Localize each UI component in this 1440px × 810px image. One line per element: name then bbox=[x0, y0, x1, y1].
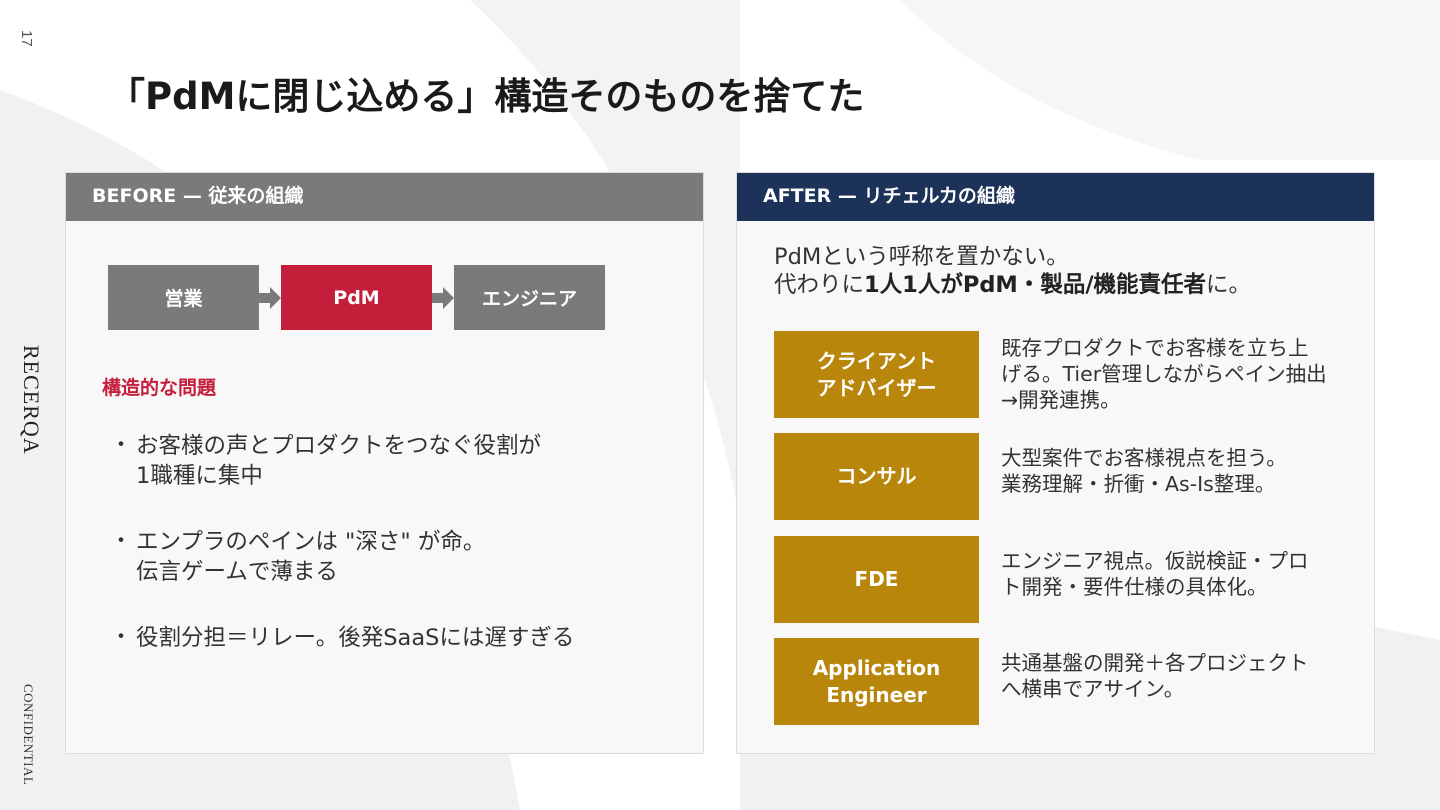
bullet-dot: ・ bbox=[110, 433, 133, 458]
flow-box-pdm: PdM bbox=[281, 265, 432, 330]
list-item: ・ エンプラのペインは "深さ" が命。 伝言ゲームで薄まる bbox=[110, 527, 670, 587]
list-item-line: 伝言ゲームで薄まる bbox=[136, 559, 338, 585]
confidential-label: CONFIDENTIAL bbox=[21, 684, 36, 786]
intro-suffix: に。 bbox=[1206, 272, 1252, 298]
list-item-line: 1職種に集中 bbox=[136, 463, 263, 489]
role-desc-line: 共通基盤の開発＋各プロジェクト bbox=[1001, 651, 1309, 675]
role-name-line: Application bbox=[812, 655, 941, 680]
role-box: クライアント アドバイザー bbox=[774, 331, 979, 418]
role-name-line: コンサル bbox=[836, 464, 917, 488]
role-desc-line: げる。Tier管理しながらペイン抽出 bbox=[1001, 362, 1327, 386]
problem-list: ・ お客様の声とプロダクトをつなぐ役割が 1職種に集中 ・ エンプラのペインは … bbox=[110, 431, 670, 689]
slide: 17 RECERQA CONFIDENTIAL 「PdMに閉じ込める」構造そのも… bbox=[0, 0, 1440, 810]
role-box: Application Engineer bbox=[774, 638, 979, 725]
bullet-dot: ・ bbox=[110, 529, 133, 554]
list-item: ・ お客様の声とプロダクトをつなぐ役割が 1職種に集中 bbox=[110, 431, 670, 491]
role-desc-line: エンジニア視点。仮説検証・プロ bbox=[1001, 549, 1309, 573]
problem-heading: 構造的な問題 bbox=[102, 377, 217, 399]
role-name-line: Engineer bbox=[826, 682, 927, 707]
bullet-dot: ・ bbox=[110, 625, 133, 650]
role-box: FDE bbox=[774, 536, 979, 623]
slide-title: 「PdMに閉じ込める」構造そのものを捨てた bbox=[108, 75, 865, 118]
role-description: 既存プロダクトでお客様を立ち上 げる。Tier管理しながらペイン抽出 →開発連携… bbox=[1001, 335, 1327, 413]
role-desc-line: 既存プロダクトでお客様を立ち上 bbox=[1001, 336, 1309, 360]
role-desc-line: へ横串でアサイン。 bbox=[1001, 677, 1185, 701]
page-number: 17 bbox=[18, 30, 35, 47]
role-name-line: クライアント bbox=[816, 348, 937, 373]
role-desc-line: →開発連携。 bbox=[1001, 388, 1121, 412]
list-item-line: エンプラのペインは "深さ" が命。 bbox=[136, 529, 486, 555]
intro-line: PdMという呼称を置かない。 bbox=[774, 244, 1069, 270]
list-item-line: お客様の声とプロダクトをつなぐ役割が bbox=[136, 433, 542, 459]
role-description: エンジニア視点。仮説検証・プロ ト開発・要件仕様の具体化。 bbox=[1001, 548, 1309, 600]
intro-line: 代わりに1人1人がPdM・製品/機能責任者に。 bbox=[774, 271, 1251, 299]
role-row-fde: FDE エンジニア視点。仮説検証・プロ ト開発・要件仕様の具体化。 bbox=[774, 536, 1364, 623]
list-item-line: 役割分担＝リレー。後発SaaSには遅すぎる bbox=[136, 625, 575, 651]
role-name-line: アドバイザー bbox=[816, 375, 937, 400]
role-desc-line: 大型案件でお客様視点を担う。 bbox=[1001, 446, 1287, 470]
before-panel-header: BEFORE — 従来の組織 bbox=[66, 173, 703, 221]
brand-logo: RECERQA bbox=[19, 345, 44, 455]
before-panel: BEFORE — 従来の組織 営業 PdM エンジニア 構造的な問題 ・ お客様… bbox=[65, 172, 704, 754]
flow-box-sales: 営業 bbox=[108, 265, 259, 330]
arrow-right-icon bbox=[432, 287, 454, 309]
role-row-consultant: コンサル 大型案件でお客様視点を担う。 業務理解・折衝・As-Is整理。 bbox=[774, 433, 1364, 520]
role-description: 共通基盤の開発＋各プロジェクト へ横串でアサイン。 bbox=[1001, 650, 1309, 702]
arrow-right-icon bbox=[259, 287, 281, 309]
list-item: ・ 役割分担＝リレー。後発SaaSには遅すぎる bbox=[110, 623, 670, 653]
role-row-application-engineer: Application Engineer 共通基盤の開発＋各プロジェクト へ横串… bbox=[774, 638, 1364, 725]
role-name-line: FDE bbox=[854, 567, 899, 591]
intro-emphasis: 1人1人がPdM・製品/機能責任者 bbox=[864, 272, 1207, 298]
role-desc-line: ト開発・要件仕様の具体化。 bbox=[1001, 575, 1268, 599]
role-desc-line: 業務理解・折衝・As-Is整理。 bbox=[1001, 472, 1276, 496]
intro-prefix: 代わりに bbox=[774, 272, 865, 298]
role-box: コンサル bbox=[774, 433, 979, 520]
after-panel: AFTER — リチェルカの組織 PdMという呼称を置かない。 代わりに1人1人… bbox=[736, 172, 1375, 754]
flow-box-engineer: エンジニア bbox=[454, 265, 605, 330]
role-row-client-advisor: クライアント アドバイザー 既存プロダクトでお客様を立ち上 げる。Tier管理し… bbox=[774, 331, 1364, 418]
after-panel-header: AFTER — リチェルカの組織 bbox=[737, 173, 1374, 221]
after-intro: PdMという呼称を置かない。 代わりに1人1人がPdM・製品/機能責任者に。 bbox=[774, 243, 1251, 299]
role-description: 大型案件でお客様視点を担う。 業務理解・折衝・As-Is整理。 bbox=[1001, 445, 1287, 497]
